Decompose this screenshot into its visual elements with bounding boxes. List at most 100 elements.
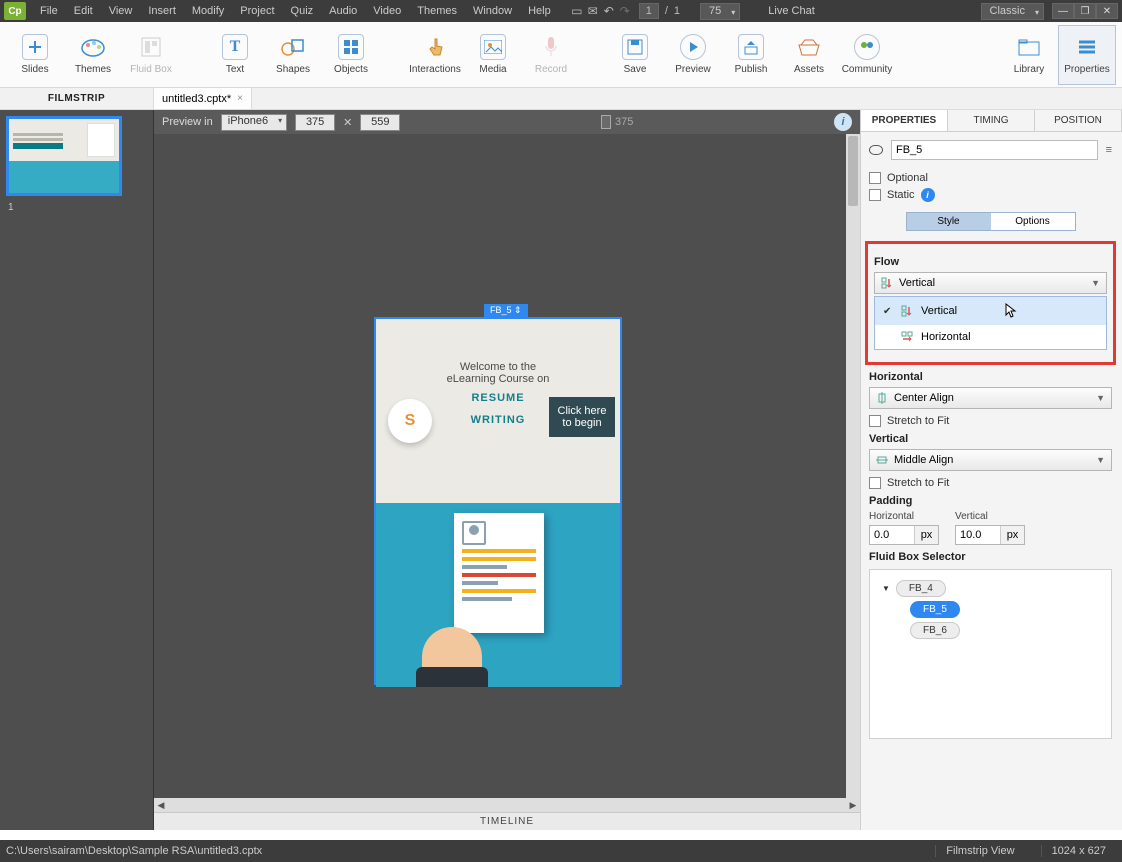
status-view-mode: Filmstrip View <box>935 845 1024 857</box>
menu-insert[interactable]: Insert <box>140 5 184 17</box>
slide-upper-section: Welcome to the eLearning Course on RESUM… <box>376 319 620 503</box>
center-align-icon <box>876 392 888 404</box>
minimize-button[interactable]: — <box>1052 3 1074 19</box>
horizontal-scrollbar[interactable]: ◀▶ <box>154 798 860 812</box>
tab-position[interactable]: POSITION <box>1035 110 1122 131</box>
dimension-x: ✕ <box>343 116 352 129</box>
v-stretch-checkbox[interactable]: Stretch to Fit <box>869 477 1112 489</box>
redo-icon[interactable]: ↷ <box>617 3 633 19</box>
flow-section-highlighted: Flow Vertical▼ ✔ Vertical <box>865 241 1116 365</box>
padding-label: Padding <box>869 495 1112 507</box>
ribbon-community[interactable]: Community <box>838 25 896 85</box>
cta-button[interactable]: Click hereto begin <box>549 397 615 437</box>
mail-icon[interactable]: ✉ <box>585 3 601 19</box>
document-name: untitled3.cptx* <box>162 93 231 105</box>
optional-checkbox[interactable]: Optional <box>869 172 1112 184</box>
app-logo: Cp <box>4 2 26 20</box>
object-name-input[interactable] <box>891 140 1098 160</box>
properties-tabs: PROPERTIES TIMING POSITION <box>861 110 1122 132</box>
ribbon-shapes[interactable]: Shapes <box>264 25 322 85</box>
close-tab-icon[interactable]: × <box>237 93 243 104</box>
menu-modify[interactable]: Modify <box>184 5 232 17</box>
sleeve-graphic <box>416 667 488 687</box>
menu-file[interactable]: File <box>32 5 66 17</box>
breakpoint-ruler[interactable]: 375 <box>408 115 826 129</box>
menu-quiz[interactable]: Quiz <box>283 5 322 17</box>
pad-v-label: Vertical <box>955 511 1025 522</box>
ribbon-slides[interactable]: Slides <box>6 25 64 85</box>
undo-icon[interactable]: ↶ <box>601 3 617 19</box>
pad-v-input[interactable]: 10.0px <box>955 525 1025 545</box>
ribbon-themes[interactable]: Themes <box>64 25 122 85</box>
ribbon-save[interactable]: Save <box>606 25 664 85</box>
menu-bar: Cp File Edit View Insert Modify Project … <box>0 0 1122 22</box>
panel-menu-icon[interactable]: ≡ <box>1106 144 1112 156</box>
ribbon-text[interactable]: TText <box>206 25 264 85</box>
zoom-dropdown[interactable]: 75 <box>700 3 740 20</box>
ribbon-preview[interactable]: Preview <box>664 25 722 85</box>
static-info-icon[interactable]: i <box>921 188 935 202</box>
fb-node-5[interactable]: FB_5 <box>910 601 960 618</box>
ribbon-assets[interactable]: Assets <box>780 25 838 85</box>
subtab-options[interactable]: Options <box>991 213 1075 230</box>
selected-element-tag[interactable]: FB_5 ⇕ <box>484 304 528 317</box>
menu-audio[interactable]: Audio <box>321 5 365 17</box>
vertical-scrollbar[interactable] <box>846 134 860 812</box>
workspace-dropdown[interactable]: Classic <box>981 3 1044 20</box>
tree-collapse-icon[interactable]: ▼ <box>882 584 890 593</box>
slide-number: 1 <box>8 202 147 213</box>
middle-align-icon <box>876 454 888 466</box>
menu-window[interactable]: Window <box>465 5 520 17</box>
ribbon-toolbar: Slides Themes Fluid Box TText Shapes Obj… <box>0 22 1122 88</box>
menu-view[interactable]: View <box>101 5 141 17</box>
menu-project[interactable]: Project <box>232 5 282 17</box>
device-dropdown[interactable]: iPhone6 <box>221 114 287 131</box>
maximize-button[interactable]: ❐ <box>1074 3 1096 19</box>
info-icon[interactable]: i <box>834 113 852 131</box>
tab-properties[interactable]: PROPERTIES <box>861 110 948 131</box>
assets-cloud-icon[interactable]: ▭ <box>569 3 585 19</box>
static-checkbox[interactable]: Statici <box>869 188 1112 202</box>
page-current[interactable]: 1 <box>639 3 659 19</box>
flow-option-horizontal[interactable]: Horizontal <box>875 325 1106 349</box>
horizontal-flow-icon <box>901 331 913 343</box>
page-total: 1 <box>674 5 680 17</box>
ribbon-media[interactable]: Media <box>464 25 522 85</box>
menu-themes[interactable]: Themes <box>409 5 465 17</box>
preview-width-input[interactable]: 375 <box>295 114 335 131</box>
timeline-header[interactable]: TIMELINE <box>154 812 860 830</box>
ruler-handle-icon[interactable] <box>601 115 611 129</box>
filmstrip-panel: 1 <box>0 110 154 830</box>
ribbon-properties[interactable]: Properties <box>1058 25 1116 85</box>
menu-help[interactable]: Help <box>520 5 559 17</box>
canvas-area: Preview in iPhone6 375 ✕ 559 375 i FB_5 … <box>154 110 860 830</box>
flow-vertical-icon <box>881 277 893 289</box>
preview-height-input[interactable]: 559 <box>360 114 400 131</box>
h-stretch-checkbox[interactable]: Stretch to Fit <box>869 415 1112 427</box>
tab-timing[interactable]: TIMING <box>948 110 1035 131</box>
ribbon-publish[interactable]: Publish <box>722 25 780 85</box>
close-button[interactable]: ✕ <box>1096 3 1118 19</box>
slide-thumbnail[interactable] <box>6 116 122 196</box>
fb-node-6[interactable]: FB_6 <box>910 622 960 639</box>
pad-h-input[interactable]: 0.0px <box>869 525 939 545</box>
fb-node-4[interactable]: FB_4 <box>896 580 946 597</box>
fluid-box-selected[interactable]: Welcome to the eLearning Course on RESUM… <box>374 317 622 685</box>
vertical-align-dropdown[interactable]: Middle Align▼ <box>869 449 1112 471</box>
page-indicator: 1 / 1 <box>639 3 680 19</box>
ribbon-interactions[interactable]: Interactions <box>406 25 464 85</box>
status-filepath: C:\Users\sairam\Desktop\Sample RSA\untit… <box>6 845 262 857</box>
visibility-toggle-icon[interactable] <box>869 145 883 155</box>
stage: FB_5 ⇕ Welcome to the eLearning Course o… <box>374 304 622 685</box>
ribbon-objects[interactable]: Objects <box>322 25 380 85</box>
ribbon-library[interactable]: Library <box>1000 25 1058 85</box>
live-chat-link[interactable]: Live Chat <box>760 5 822 17</box>
flow-option-vertical[interactable]: ✔ Vertical <box>875 297 1106 325</box>
document-tab[interactable]: untitled3.cptx* × <box>154 88 252 109</box>
subtab-style[interactable]: Style <box>907 213 991 230</box>
flow-dropdown[interactable]: Vertical▼ <box>874 272 1107 294</box>
horizontal-align-dropdown[interactable]: Center Align▼ <box>869 387 1112 409</box>
menu-edit[interactable]: Edit <box>66 5 101 17</box>
canvas-viewport[interactable]: FB_5 ⇕ Welcome to the eLearning Course o… <box>154 134 860 812</box>
menu-video[interactable]: Video <box>365 5 409 17</box>
